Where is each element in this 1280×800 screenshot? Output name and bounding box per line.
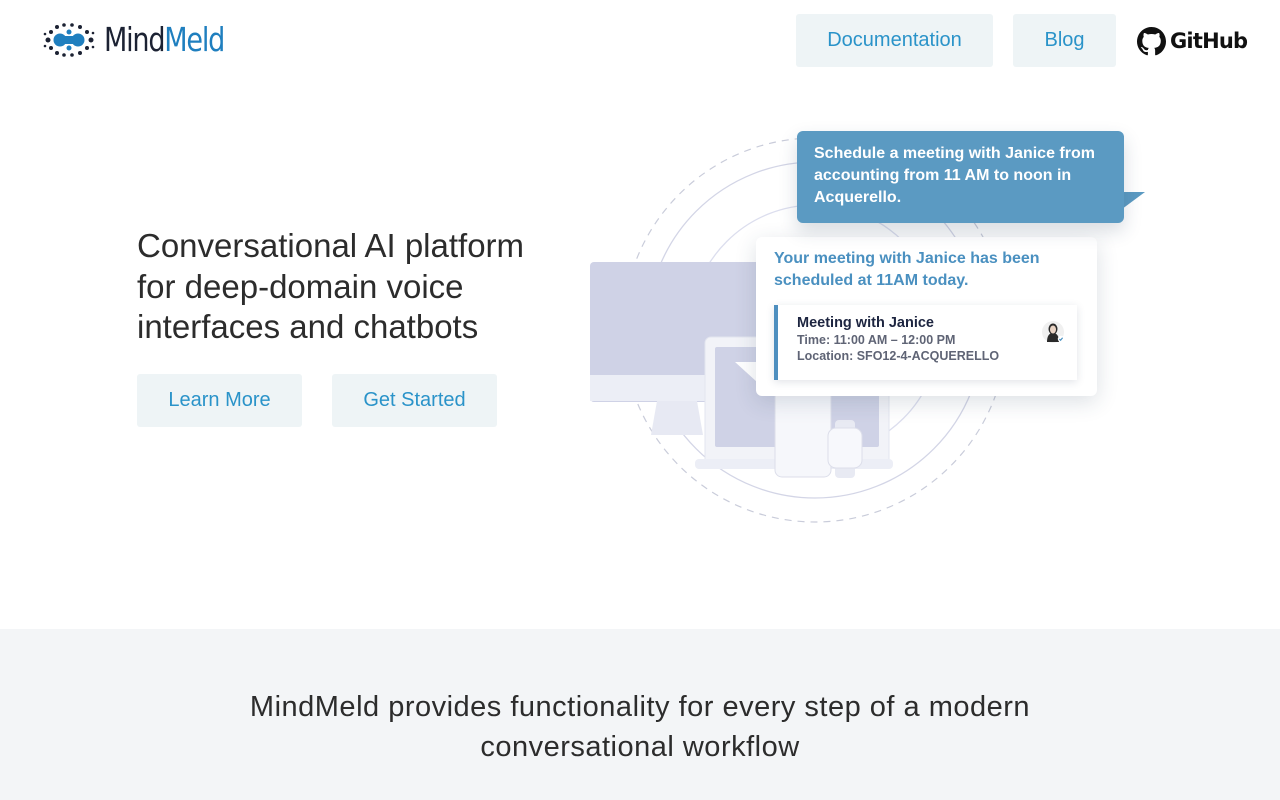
user-message-text: Schedule a meeting with Janice from acco… <box>814 145 1095 206</box>
meeting-card-location: Location: SFO12-4-ACQUERELLO <box>797 349 1000 363</box>
meeting-card: Meeting with Janice Time: 11:00 AM – 12:… <box>774 305 1077 380</box>
features-headline-text: MindMeld provides functionality for ever… <box>249 691 1031 763</box>
nav-documentation-button[interactable]: Documentation <box>796 14 993 67</box>
bot-reply-bubble: Your meeting with Janice has been schedu… <box>756 237 1097 396</box>
logo-text-meld: Meld <box>164 20 225 59</box>
site-header: MindMeld Documentation Blog GitHub <box>0 0 1280 82</box>
nav-blog-button[interactable]: Blog <box>1013 14 1116 67</box>
bot-reply-text: Your meeting with Janice has been schedu… <box>774 250 1040 289</box>
user-message-bubble: Schedule a meeting with Janice from acco… <box>797 131 1124 223</box>
github-link[interactable]: GitHub <box>1137 26 1248 56</box>
learn-more-button[interactable]: Learn More <box>137 374 302 427</box>
mindmeld-logo-icon <box>43 23 95 57</box>
meeting-card-title: Meeting with Janice <box>797 315 934 331</box>
github-label: GitHub <box>1170 29 1248 53</box>
janice-avatar <box>1042 321 1065 343</box>
watch-face <box>827 427 863 469</box>
meeting-card-time: Time: 11:00 AM – 12:00 PM <box>797 333 956 347</box>
hero-title: Conversational AI platform for deep-doma… <box>137 227 525 345</box>
get-started-button[interactable]: Get Started <box>332 374 497 427</box>
github-icon <box>1137 26 1166 55</box>
mindmeld-logo[interactable]: MindMeld <box>42 20 250 60</box>
monitor-stand <box>651 401 703 435</box>
logo-text-mind: Mind <box>104 20 166 59</box>
logo-wordmark: MindMeld <box>104 20 225 60</box>
reply-bubble-tail <box>735 362 757 382</box>
features-headline: MindMeld provides functionality for ever… <box>0 687 1280 767</box>
